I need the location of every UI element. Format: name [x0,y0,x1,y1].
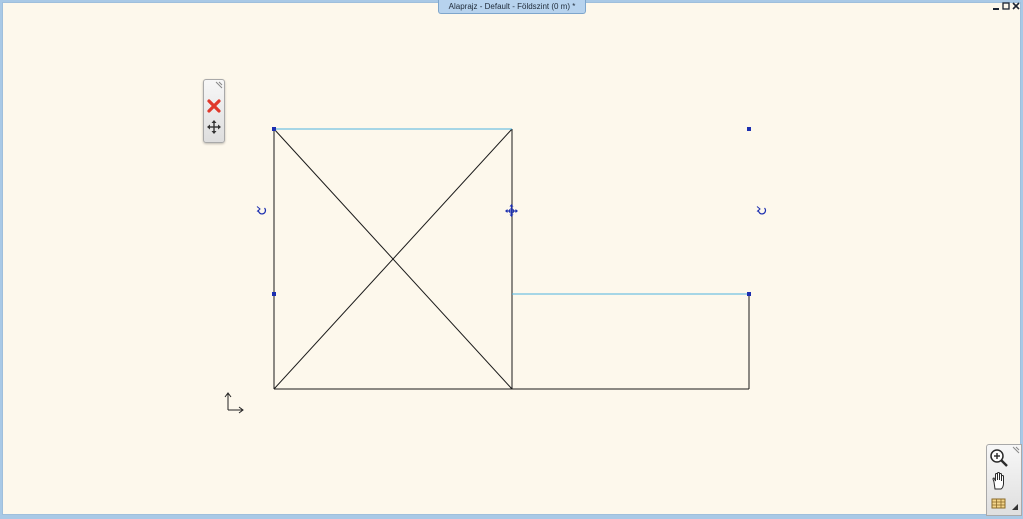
rotate-handle-icon[interactable] [256,206,267,215]
extension-rectangle[interactable] [512,293,750,390]
coordinate-axis-icon [224,392,244,414]
navigation-panel [986,444,1022,516]
panel-expand-icon[interactable] [1012,504,1018,510]
move-icon[interactable] [206,119,222,135]
selection-handle[interactable] [747,127,751,131]
crossed-rectangle[interactable] [273,128,513,390]
delete-icon[interactable] [206,98,222,114]
rotate-handle-icon[interactable] [756,206,767,215]
toolbar-grip-icon[interactable] [215,81,223,89]
selection-handle[interactable] [747,292,751,296]
pan-hand-icon[interactable] [989,471,1009,491]
selection-handle[interactable] [272,127,276,131]
selection-handle[interactable] [272,292,276,296]
layers-icon[interactable] [989,494,1009,514]
zoom-in-icon[interactable] [989,448,1009,468]
drawing-canvas[interactable] [0,0,1023,517]
move-handle-icon[interactable] [505,204,518,217]
panel-grip-icon[interactable] [1012,446,1020,454]
floating-edit-toolbar [203,79,225,143]
